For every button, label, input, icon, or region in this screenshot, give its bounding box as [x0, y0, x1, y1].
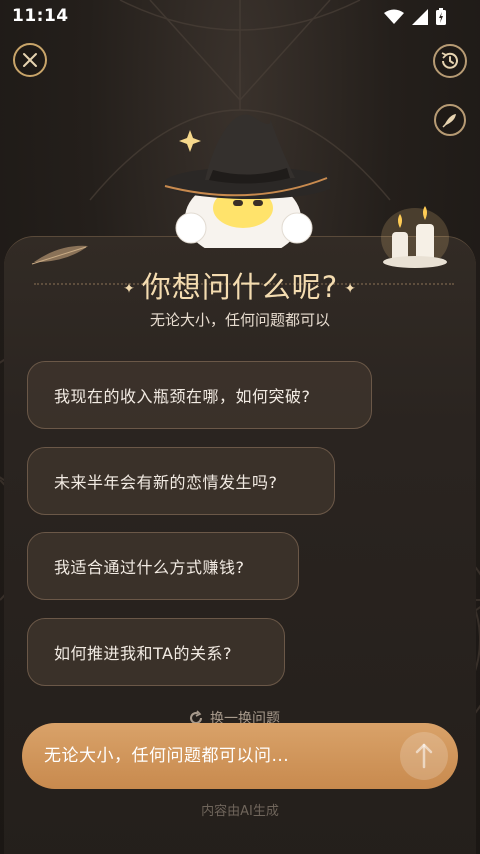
suggestion-chip[interactable]: 未来半年会有新的恋情发生吗?	[27, 447, 335, 515]
input-placeholder: 无论大小，任何问题都可以问...	[44, 746, 290, 766]
signal-icon	[412, 8, 428, 25]
suggestion-text: 我现在的收入瓶颈在哪，如何突破?	[54, 387, 311, 406]
send-button[interactable]	[400, 732, 448, 780]
suggestion-chip[interactable]: 如何推进我和TA的关系?	[27, 618, 285, 686]
arrow-up-icon	[415, 743, 433, 769]
app-screen: 11:14 ✦ 你想问什么呢? ✦ 无论大小，任何问题都可以 我现在的收入瓶颈在…	[0, 0, 480, 854]
status-time: 11:14	[12, 6, 69, 26]
question-input[interactable]: 无论大小，任何问题都可以问...	[22, 723, 458, 789]
wifi-icon	[384, 9, 404, 24]
close-button[interactable]	[13, 43, 47, 77]
ai-generated-note: 内容由AI生成	[201, 804, 279, 819]
sparkle-icon: ✦	[344, 281, 357, 297]
suggestion-text: 未来半年会有新的恋情发生吗?	[54, 473, 278, 492]
witch-mascot-icon	[164, 114, 330, 248]
history-icon	[441, 52, 458, 69]
status-bar: 11:14	[0, 0, 480, 34]
candles-icon	[381, 206, 449, 268]
sparkle-icon: ✦	[123, 281, 136, 297]
page-title-text: 你想问什么呢?	[141, 270, 339, 304]
suggestion-chip[interactable]: 我适合通过什么方式赚钱?	[27, 532, 299, 600]
feather-icon	[442, 114, 456, 128]
suggestion-text: 如何推进我和TA的关系?	[54, 644, 232, 663]
suggestion-chip[interactable]: 我现在的收入瓶颈在哪，如何突破?	[27, 361, 372, 429]
history-button[interactable]	[433, 44, 467, 78]
page-subtitle: 无论大小，任何问题都可以	[149, 311, 330, 329]
battery-icon	[436, 8, 446, 25]
feather-decoration-icon	[31, 245, 88, 265]
page-title: ✦ 你想问什么呢? ✦	[0, 264, 480, 306]
suggestion-text: 我适合通过什么方式赚钱?	[54, 558, 245, 577]
feather-button[interactable]	[434, 104, 466, 136]
close-icon	[23, 53, 37, 67]
status-icons	[384, 8, 446, 25]
